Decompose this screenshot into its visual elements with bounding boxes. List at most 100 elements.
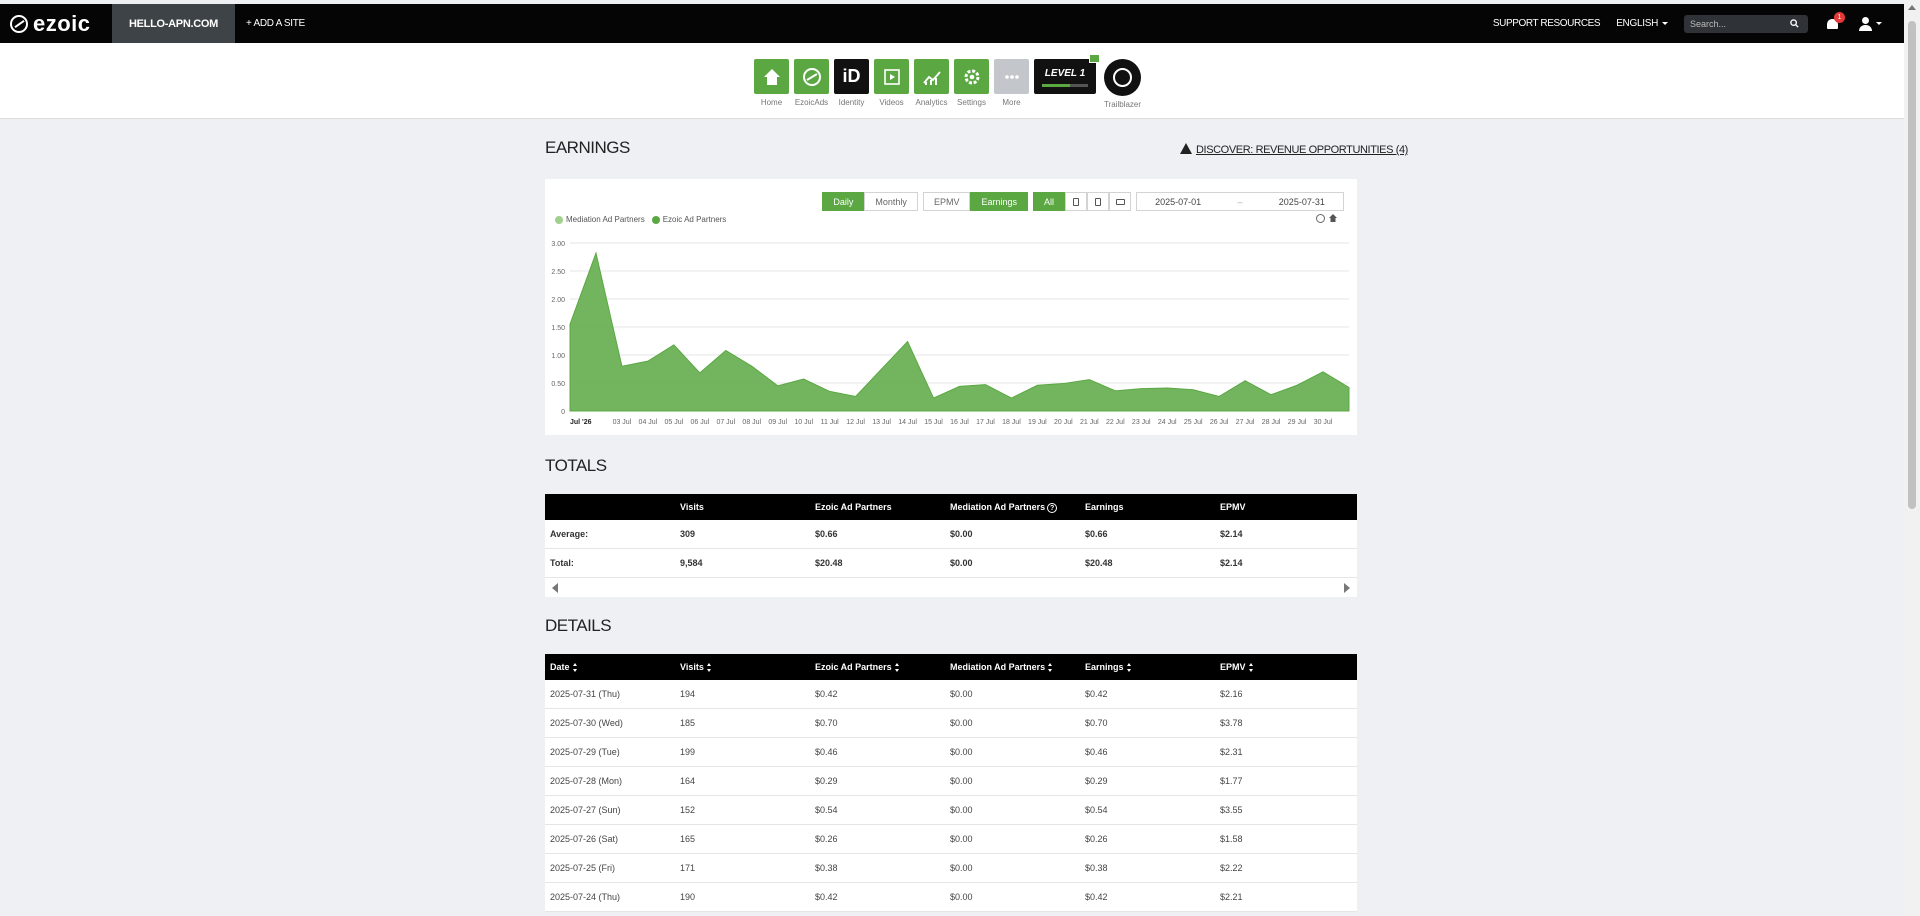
table-cell: 2025-07-25 (Fri): [550, 863, 616, 873]
table-cell: $2.14: [1220, 558, 1243, 568]
sort-arrows-icon[interactable]: [894, 663, 900, 673]
x-tick-label: 06 Jul: [690, 419, 709, 426]
earnings-title: EARNINGS: [545, 138, 630, 157]
column-header[interactable]: Earnings: [1085, 661, 1220, 673]
all-devices-button[interactable]: All: [1032, 192, 1065, 211]
table-row: 2025-07-27 (Sun) 152 $0.54 $0.00 $0.54 $3.55: [545, 796, 1357, 825]
top-navigation-bar: ezoic HELLO-APN.COM + ADD A SITE SUPPORT…: [0, 4, 1904, 43]
tool-label: Analytics: [915, 98, 948, 107]
x-tick-label: Jul '26: [570, 419, 592, 426]
tool-ezoicads[interactable]: EzoicAds: [794, 59, 829, 109]
add-site-link[interactable]: + ADD A SITE: [246, 18, 305, 29]
search-box[interactable]: [1684, 14, 1808, 33]
search-icon[interactable]: [1790, 19, 1799, 28]
table-cell: $0.00: [950, 718, 973, 728]
table-row: Average: 309 $0.66 $0.00 $0.66 $2.14: [545, 520, 1357, 549]
tablet-device-button[interactable]: [1087, 192, 1109, 211]
notifications-bell-icon[interactable]: 1: [1826, 11, 1845, 31]
column-header[interactable]: Date: [545, 662, 680, 673]
column-header[interactable]: Ezoic Ad Partners: [815, 662, 950, 673]
tool-analytics[interactable]: Analytics: [914, 59, 949, 109]
language-dropdown[interactable]: ENGLISH: [1616, 18, 1668, 29]
page-scrollbar[interactable]: [1904, 0, 1920, 916]
tool-videos[interactable]: Videos: [874, 59, 909, 109]
interval-toggle: Daily Monthly: [822, 192, 918, 211]
y-tick-label: 0.50: [551, 381, 565, 388]
sort-arrows-icon[interactable]: [1126, 663, 1132, 673]
support-resources-link[interactable]: SUPPORT RESOURCES: [1493, 18, 1601, 29]
table-cell: 2025-07-26 (Sat): [550, 834, 619, 844]
column-header: Earnings: [1085, 502, 1220, 512]
date-range-picker[interactable]: 2025-07-01 – 2025-07-31: [1136, 192, 1344, 211]
table-cell: $0.00: [950, 776, 973, 786]
tool-more[interactable]: More: [994, 59, 1029, 109]
user-account-icon[interactable]: [1858, 16, 1872, 31]
table-cell: 194: [680, 689, 696, 699]
discover-revenue-link[interactable]: DISCOVER: REVENUE OPPORTUNITIES (4): [1180, 143, 1408, 156]
sort-arrows-icon[interactable]: [572, 663, 578, 673]
table-cell: $0.00: [950, 863, 973, 873]
desktop-device-button[interactable]: [1109, 192, 1131, 211]
sort-arrows-icon[interactable]: [1248, 663, 1254, 673]
top-right-controls: SUPPORT RESOURCES ENGLISH 1: [1493, 4, 1904, 43]
column-header[interactable]: EPMV: [1220, 662, 1355, 673]
y-tick-label: 1.00: [551, 353, 565, 360]
toolbar-apps: Home EzoicAds iD Identity Videos Analyti…: [754, 54, 1141, 109]
trailblazer-badge[interactable]: Trailblazer: [1104, 59, 1141, 109]
table-cell: $0.66: [1085, 529, 1108, 539]
user-menu-chevron-icon[interactable]: [1876, 22, 1882, 25]
ezoic-logo[interactable]: ezoic: [0, 4, 112, 43]
column-header-label: Ezoic Ad Partners: [815, 502, 892, 512]
table-cell: $0.46: [815, 747, 838, 757]
scrollbar-thumb[interactable]: [1908, 21, 1916, 509]
table-cell: Average:: [550, 529, 589, 539]
sort-arrows-icon[interactable]: [706, 663, 712, 673]
daily-button[interactable]: Daily: [822, 192, 865, 211]
epmv-button[interactable]: EPMV: [922, 192, 971, 211]
mobile-device-button[interactable]: [1065, 192, 1087, 211]
table-header-row: Visits Ezoic Ad Partners Mediation Ad Part…: [545, 494, 1357, 520]
scroll-right-arrow-icon[interactable]: [1344, 583, 1350, 593]
x-tick-label: 03 Jul: [613, 419, 632, 426]
tool-label: Home: [760, 98, 783, 107]
table-cell: $0.54: [815, 805, 838, 815]
help-question-icon[interactable]: ?: [1047, 502, 1058, 513]
monthly-button[interactable]: Monthly: [864, 192, 918, 211]
tablet-icon: [1095, 197, 1101, 206]
trailblazer-label: Trailblazer: [1104, 100, 1142, 109]
scroll-up-arrow-icon[interactable]: [1908, 5, 1916, 10]
column-header-label: Earnings: [1085, 661, 1124, 672]
site-tab[interactable]: HELLO-APN.COM: [112, 4, 235, 43]
table-header-row: Date Visits Ezoic Ad Partners Mediation Ad …: [545, 654, 1357, 680]
table-row: 2025-07-25 (Fri) 171 $0.38 $0.00 $0.38 $2.22: [545, 854, 1357, 883]
level-label: LEVEL 1: [1044, 68, 1086, 79]
scroll-left-arrow-icon[interactable]: [552, 583, 558, 593]
device-toggle: All: [1032, 192, 1131, 211]
column-header: EPMV: [1220, 502, 1355, 512]
search-input[interactable]: [1690, 18, 1790, 29]
earnings-button[interactable]: Earnings: [970, 192, 1028, 211]
column-header[interactable]: Visits: [680, 662, 815, 673]
tool-settings[interactable]: Settings: [954, 59, 989, 109]
column-header: Visits: [680, 502, 815, 512]
level-progress-bar: [1042, 84, 1088, 87]
table-cell: 2025-07-27 (Sun): [550, 805, 621, 815]
x-tick-label: 15 Jul: [924, 419, 943, 426]
sort-arrows-icon[interactable]: [1048, 663, 1053, 673]
level-badge[interactable]: LEVEL 1: [1034, 54, 1100, 94]
chevron-down-icon: [1662, 21, 1668, 25]
x-tick-label: 14 Jul: [898, 419, 917, 426]
metric-toggle: EPMV Earnings: [922, 192, 1028, 211]
table-cell: $3.78: [1220, 718, 1243, 728]
series-area-ezoic[interactable]: [569, 251, 1350, 412]
tool-home[interactable]: Home: [754, 59, 789, 109]
x-tick-label: 30 Jul: [1314, 419, 1333, 426]
table-cell: Total:: [550, 558, 574, 568]
tool-identity[interactable]: iD Identity: [834, 59, 869, 109]
column-header[interactable]: Mediation Ad Partners: [950, 662, 1085, 673]
table-cell: $0.00: [950, 892, 973, 902]
ezoic-logo-icon: [10, 14, 28, 33]
table-cell: $2.14: [1220, 529, 1243, 539]
table-cell: $0.66: [815, 529, 838, 539]
x-tick-label: 29 Jul: [1288, 419, 1307, 426]
